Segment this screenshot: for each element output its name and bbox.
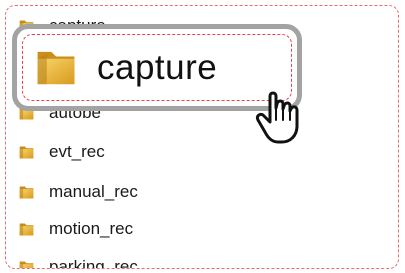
folder-item-motion-rec[interactable]: motion_rec — [18, 214, 133, 244]
folder-icon — [18, 259, 35, 270]
folder-item-evt-rec[interactable]: evt_rec — [18, 137, 105, 167]
folder-item-manual-rec[interactable]: manual_rec — [18, 177, 138, 207]
folder-label: motion_rec — [49, 219, 134, 238]
folder-icon — [33, 45, 79, 91]
zoom-folder-label: capture — [97, 47, 218, 87]
folder-label: parking_rec — [49, 257, 138, 269]
folder-label: evt_rec — [49, 142, 105, 161]
folder-icon — [18, 144, 35, 161]
folder-label: manual_rec — [49, 182, 138, 201]
folder-icon — [18, 184, 35, 201]
folder-item-parking-rec[interactable]: parking_rec — [18, 252, 138, 270]
hand-pointer-icon — [256, 91, 299, 144]
folder-icon — [18, 221, 35, 238]
